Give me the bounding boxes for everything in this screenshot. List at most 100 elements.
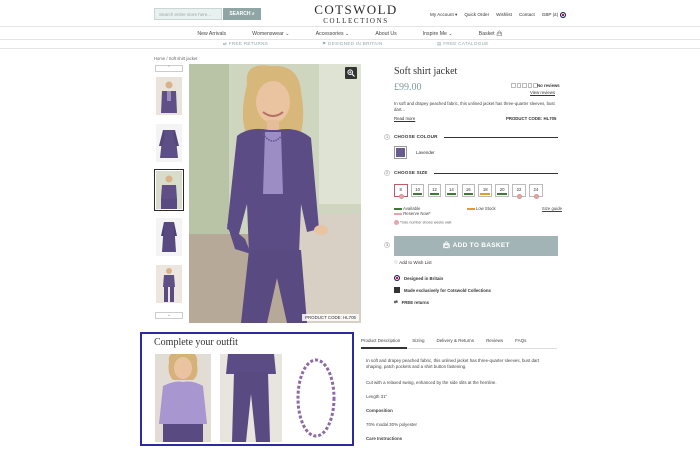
low-stock-bar xyxy=(480,193,490,195)
my-account-link[interactable]: My Account ▾ xyxy=(430,12,457,18)
logo[interactable]: COTSWOLD COLLECTIONS xyxy=(300,3,412,26)
star-icon xyxy=(516,83,521,88)
availability-bar xyxy=(497,193,507,195)
size-option-14[interactable]: 14 xyxy=(444,184,459,197)
star-icon xyxy=(527,83,532,88)
thumbnail-selected[interactable] xyxy=(154,169,184,211)
breadcrumb-separator: / xyxy=(166,56,168,61)
size-legend: Available Low Stock Size guide Reserve N… xyxy=(394,206,562,225)
size-option-10[interactable]: 10 xyxy=(410,184,425,197)
thumbnail[interactable] xyxy=(156,218,182,256)
size-option-8[interactable]: 8 xyxy=(394,184,408,199)
thumb-down-arrow[interactable]: ⌄ xyxy=(155,312,183,319)
size-option-22[interactable]: 22 xyxy=(512,184,526,199)
search-icon: ⌕ xyxy=(251,11,255,17)
chevron-down-icon: ⌄ xyxy=(448,30,453,37)
returns-icon: ⇄ xyxy=(394,299,398,304)
usp-catalogue: ▤ FREE CATALOGUE xyxy=(437,41,489,46)
product-main-image[interactable]: PRODUCT CODE: HL705 xyxy=(189,64,361,323)
nav-new-arrivals[interactable]: New Arrivals xyxy=(197,31,226,37)
reserve-dot xyxy=(398,194,404,199)
returns-icon: ⇄ xyxy=(223,41,228,46)
tab-product-description[interactable]: Product Description xyxy=(361,338,400,343)
description-paragraph: Cut with a relaxed swing, enhanced by th… xyxy=(366,380,497,385)
choose-colour-label: CHOOSE COLOUR xyxy=(394,134,438,139)
size-option-18[interactable]: 18 xyxy=(478,184,492,197)
tab-faqs[interactable]: FAQs xyxy=(515,338,526,343)
tab-reviews[interactable]: Reviews xyxy=(486,338,503,343)
size-note: *Size number shows weeks wait xyxy=(394,220,562,225)
add-to-wishlist-link[interactable]: ♡ Add to Wish List xyxy=(394,260,432,266)
contact-link[interactable]: Contact xyxy=(519,12,535,18)
product-tabs: Product Description Sizing Delivery & Re… xyxy=(361,338,526,343)
size-option-20[interactable]: 20 xyxy=(495,184,509,197)
nav-womenswear[interactable]: Womenswear ⌄ xyxy=(252,31,289,37)
search-button[interactable]: SEARCH ⌕ xyxy=(223,8,261,20)
reserve-dot xyxy=(533,194,539,199)
logo-line2: COLLECTIONS xyxy=(323,17,389,25)
short-description: In soft and drapey peached fabric, this … xyxy=(394,101,555,112)
divider xyxy=(444,137,558,138)
star-icon xyxy=(511,83,516,88)
divider xyxy=(0,39,700,40)
description-length: Length 31" xyxy=(366,394,388,399)
thumbnail[interactable] xyxy=(156,77,182,115)
product-code: PRODUCT CODE: HL705 xyxy=(506,116,557,121)
breadcrumb-home[interactable]: Home xyxy=(154,56,165,61)
colour-name: Lavender xyxy=(416,150,435,155)
thumbnail[interactable] xyxy=(156,124,182,162)
nav-inspire-me[interactable]: Inspire Me ⌄ xyxy=(423,31,453,37)
active-tab-indicator xyxy=(361,347,407,349)
feature-exclusive: Made exclusively for Cotswold Collection… xyxy=(394,287,491,293)
choose-size-label: CHOOSE SIZE xyxy=(394,170,428,175)
outfit-item-top[interactable] xyxy=(155,354,211,442)
size-guide-link[interactable]: Size guide xyxy=(542,206,562,211)
outfit-item-necklace[interactable] xyxy=(288,354,344,442)
availability-bar xyxy=(429,193,440,195)
flag-icon: ⚑ xyxy=(322,41,327,46)
size-options: 8 10 12 14 16 18 20 22 24 xyxy=(394,184,543,199)
read-more-link[interactable]: Read more xyxy=(394,116,415,121)
colour-swatch-lavender[interactable] xyxy=(394,146,407,159)
logo-line1: COTSWOLD xyxy=(314,2,398,17)
nav-accessories[interactable]: Accessories ⌄ xyxy=(316,31,350,37)
zoom-button[interactable] xyxy=(345,67,357,79)
care-heading: Care Instructions xyxy=(366,436,403,441)
tab-delivery-returns[interactable]: Delivery & Returns xyxy=(437,338,475,343)
step-number: 2 xyxy=(384,170,390,176)
uk-flag-icon xyxy=(394,275,400,281)
product-price: £99.00 xyxy=(394,82,422,93)
outfit-item-trousers[interactable] xyxy=(220,354,282,442)
chevron-down-icon: ⌄ xyxy=(285,30,290,37)
step-number: 1 xyxy=(384,134,390,140)
top-links: My Account ▾ Quick Order Wishlist Contac… xyxy=(430,12,566,18)
no-reviews-label: No reviews xyxy=(537,83,560,88)
reserve-dot xyxy=(516,194,522,199)
nav-basket[interactable]: Basket 👜︎ xyxy=(479,31,503,37)
quick-order-link[interactable]: Quick Order xyxy=(464,12,489,18)
view-reviews-link[interactable]: View reviews xyxy=(530,90,555,95)
nav-about-us[interactable]: About Us xyxy=(375,31,396,37)
wishlist-link[interactable]: Wishlist xyxy=(496,12,512,18)
product-title: Soft shirt jacket xyxy=(394,66,458,77)
feature-designed: Designed in Britain xyxy=(394,275,443,281)
catalogue-icon: ▤ xyxy=(437,41,442,46)
thumbnail-strip: ⌃ ⌄ xyxy=(153,65,185,319)
tab-sizing[interactable]: Sizing xyxy=(412,338,424,343)
uk-flag-icon xyxy=(559,12,566,18)
legend-reserve: Reserve Now* xyxy=(394,211,562,216)
usp-returns: ⇄ FREE RETURNS xyxy=(223,41,269,46)
swatch-fill xyxy=(396,148,405,157)
add-to-basket-button[interactable]: 👜︎ ADD TO BASKET xyxy=(394,236,558,256)
size-option-12[interactable]: 12 xyxy=(427,184,442,197)
search-button-label: SEARCH xyxy=(229,11,251,17)
description-paragraph: In soft and drapey peached fabric, this … xyxy=(366,358,540,369)
size-option-16[interactable]: 16 xyxy=(461,184,476,197)
search-input[interactable]: Search entire store here... xyxy=(154,8,222,20)
size-option-24[interactable]: 24 xyxy=(529,184,543,199)
thumb-up-arrow[interactable]: ⌃ xyxy=(155,65,183,72)
feature-returns: ⇄ FREE returns xyxy=(394,299,430,305)
thumbnail[interactable] xyxy=(156,265,182,303)
composition-heading: Composition xyxy=(366,408,393,413)
currency-selector[interactable]: GBP (£) xyxy=(542,12,566,18)
